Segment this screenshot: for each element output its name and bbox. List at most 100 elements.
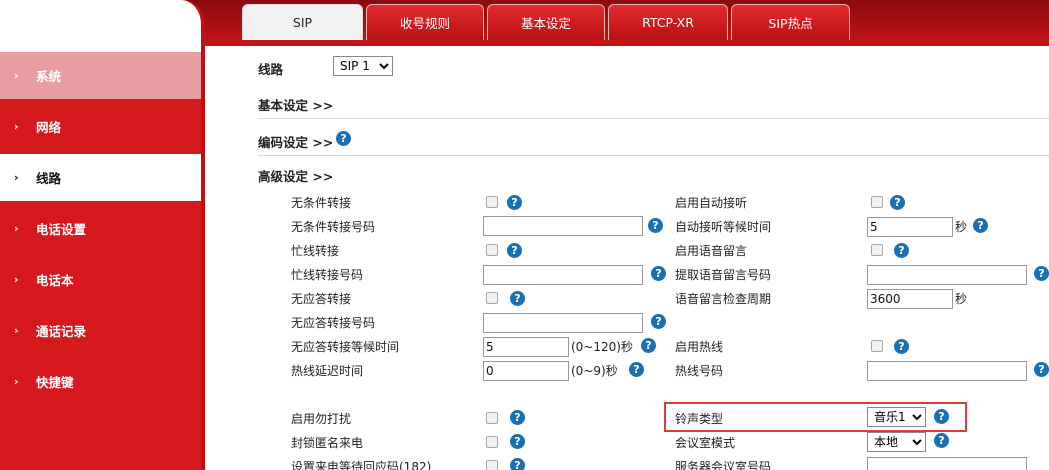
sidebar-item-line[interactable]: › 线路: [0, 154, 201, 201]
help-icon[interactable]: ?: [934, 409, 949, 424]
chevron-right-icon: ›: [14, 222, 19, 235]
call-forward-unconditional-number-label: 无条件转接号码: [291, 220, 376, 234]
hotline-number-input[interactable]: [867, 361, 1027, 381]
block-anonymous-checkbox[interactable]: [486, 436, 498, 448]
help-icon[interactable]: ?: [336, 131, 351, 146]
sidebar-item-call-log[interactable]: › 通话记录: [0, 307, 201, 354]
help-icon[interactable]: ?: [1034, 362, 1049, 377]
main-content: 线路 SIP 1 基本设定 >> 编码设定 >> ? 高级设定 >> 无条件转接…: [205, 46, 1049, 470]
hotline-number-label: 热线号码: [675, 364, 724, 378]
tab-basic-settings[interactable]: 基本设定: [487, 4, 605, 40]
hotline-delay-label: 热线延迟时间: [291, 364, 364, 378]
hotline-enable-checkbox[interactable]: [871, 340, 883, 352]
call-forward-busy-checkbox[interactable]: [486, 244, 498, 256]
sidebar-item-shortcuts[interactable]: › 快捷键: [0, 358, 201, 405]
call-forward-no-answer-number-label: 无应答转接号码: [291, 316, 376, 330]
sidebar-item-label: 通话记录: [36, 324, 87, 339]
incoming-response-code-label: 设置来电等待回应码(182): [291, 460, 432, 470]
auto-answer-wait-input[interactable]: [867, 217, 953, 237]
call-forward-unconditional-number-input[interactable]: [483, 216, 643, 236]
help-icon[interactable]: ?: [890, 195, 905, 210]
call-forward-unconditional-label: 无条件转接: [291, 196, 352, 210]
auto-answer-wait-unit: 秒: [955, 220, 968, 234]
sidebar-item-label: 快捷键: [36, 375, 74, 390]
sidebar-item-label: 线路: [36, 171, 62, 186]
sidebar-menu: › 系统 › 网络 › 线路 › 电话设置 › 电话本 › 通话记录 › 快捷键: [0, 52, 201, 470]
help-icon[interactable]: ?: [651, 314, 666, 329]
chevron-right-icon: ›: [14, 171, 19, 184]
auto-answer-wait-label: 自动接听等候时间: [675, 220, 772, 234]
chevron-right-icon: ›: [14, 324, 19, 337]
do-not-disturb-checkbox[interactable]: [486, 412, 498, 424]
no-answer-wait-time-label: 无应答转接等候时间: [291, 340, 400, 354]
hotline-delay-range: (0~9)秒: [571, 364, 618, 378]
chevron-right-icon: ›: [14, 120, 19, 133]
voicemail-number-label: 提取语音留言号码: [675, 268, 772, 282]
call-forward-no-answer-number-input[interactable]: [483, 313, 643, 333]
sidebar-item-phone-settings[interactable]: › 电话设置: [0, 205, 201, 252]
help-icon[interactable]: ?: [651, 266, 666, 281]
help-icon[interactable]: ?: [510, 458, 525, 470]
server-conference-number-input[interactable]: [867, 457, 1027, 470]
line-select[interactable]: SIP 1: [333, 56, 393, 76]
ring-type-label: 铃声类型: [675, 412, 724, 426]
call-forward-no-answer-label: 无应答转接: [291, 292, 352, 306]
ring-type-select[interactable]: 音乐1: [867, 407, 926, 427]
voicemail-number-input[interactable]: [867, 265, 1027, 285]
no-answer-wait-time-range: (0~120)秒: [571, 340, 633, 354]
divider: [258, 118, 1049, 119]
call-forward-busy-number-label: 忙线转接号码: [291, 268, 364, 282]
help-icon[interactable]: ?: [510, 410, 525, 425]
sidebar-item-network[interactable]: › 网络: [0, 103, 201, 150]
call-forward-busy-number-input[interactable]: [483, 265, 643, 285]
help-icon[interactable]: ?: [894, 339, 909, 354]
help-icon[interactable]: ?: [641, 338, 656, 353]
voicemail-check-period-unit: 秒: [955, 292, 968, 306]
chevron-right-icon: ›: [14, 69, 19, 82]
help-icon[interactable]: ?: [507, 195, 522, 210]
no-answer-wait-time-input[interactable]: [483, 337, 569, 357]
tab-sip[interactable]: SIP: [242, 4, 363, 40]
conference-mode-select[interactable]: 本地: [867, 432, 926, 452]
sidebar-item-label: 电话本: [36, 273, 74, 288]
call-forward-busy-label: 忙线转接: [291, 244, 340, 258]
help-icon[interactable]: ?: [510, 291, 525, 306]
call-forward-unconditional-checkbox[interactable]: [486, 196, 498, 208]
divider: [258, 155, 1049, 156]
hotline-enable-label: 启用热线: [675, 340, 724, 354]
voicemail-check-period-label: 语音留言检查周期: [675, 292, 772, 306]
sidebar-item-label: 系统: [36, 69, 62, 84]
help-icon[interactable]: ?: [934, 433, 949, 448]
voicemail-enable-checkbox[interactable]: [871, 244, 883, 256]
tab-dial-rules[interactable]: 收号规则: [366, 4, 484, 40]
hotline-delay-input[interactable]: [483, 361, 569, 381]
chevron-right-icon: ›: [14, 273, 19, 286]
sidebar-item-system[interactable]: › 系统: [0, 52, 201, 99]
conference-mode-label: 会议室模式: [675, 436, 736, 450]
block-anonymous-label: 封锁匿名来电: [291, 436, 364, 450]
help-icon[interactable]: ?: [1034, 266, 1049, 281]
sidebar-item-phonebook[interactable]: › 电话本: [0, 256, 201, 303]
line-label: 线路: [258, 62, 284, 77]
help-icon[interactable]: ?: [629, 362, 644, 377]
help-icon[interactable]: ?: [648, 218, 663, 233]
web-config-page: SIP 收号规则 基本设定 RTCP-XR SIP热点 › 系统 › 网络 › …: [0, 0, 1049, 470]
sidebar: › 系统 › 网络 › 线路 › 电话设置 › 电话本 › 通话记录 › 快捷键: [0, 0, 205, 470]
tab-rtcp-xr[interactable]: RTCP-XR: [608, 4, 728, 40]
voicemail-check-period-input[interactable]: [867, 289, 953, 309]
section-basic-settings[interactable]: 基本设定 >>: [258, 95, 333, 114]
call-forward-no-answer-checkbox[interactable]: [486, 292, 498, 304]
auto-answer-checkbox[interactable]: [871, 196, 883, 208]
chevron-right-icon: ›: [14, 375, 19, 388]
help-icon[interactable]: ?: [510, 434, 525, 449]
auto-answer-label: 启用自动接听: [675, 196, 748, 210]
help-icon[interactable]: ?: [507, 243, 522, 258]
server-conference-number-label: 服务器会议室号码: [675, 460, 772, 470]
section-advanced-settings[interactable]: 高级设定 >>: [258, 166, 333, 185]
do-not-disturb-label: 启用勿打扰: [291, 412, 352, 426]
incoming-response-code-checkbox[interactable]: [486, 460, 498, 470]
section-codec-settings[interactable]: 编码设定 >>: [258, 132, 333, 151]
help-icon[interactable]: ?: [973, 218, 988, 233]
tab-sip-hotspot[interactable]: SIP热点: [731, 4, 850, 40]
help-icon[interactable]: ?: [894, 243, 909, 258]
